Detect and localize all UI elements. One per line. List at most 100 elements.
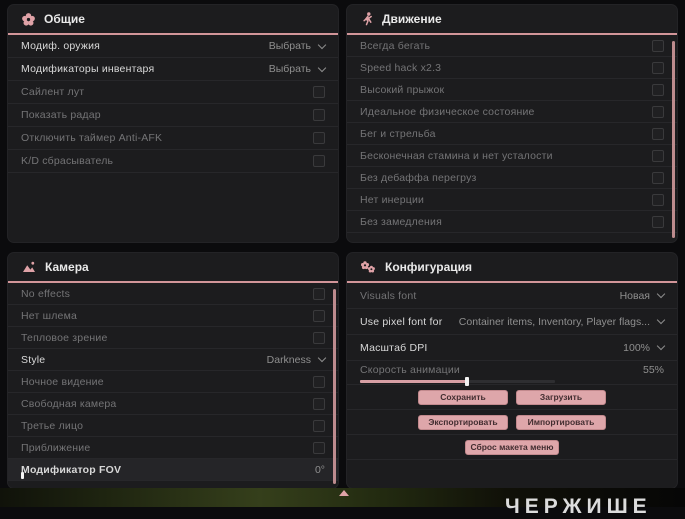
import-button[interactable]: Импортировать bbox=[516, 414, 606, 430]
slider-handle[interactable] bbox=[465, 377, 470, 386]
checkbox[interactable] bbox=[313, 109, 325, 121]
checkbox[interactable] bbox=[652, 127, 664, 140]
setting-label: Модификаторы инвентаря bbox=[21, 63, 155, 75]
flower-icon bbox=[22, 12, 35, 26]
save-button[interactable]: Сохранить bbox=[418, 389, 508, 405]
dropdown[interactable]: Darkness bbox=[267, 353, 327, 366]
panel-config-header: Конфигурация bbox=[347, 253, 677, 283]
setting-label: Без замедления bbox=[360, 215, 442, 228]
setting-row: Visuals font Новая bbox=[347, 283, 677, 309]
setting-label: Сайлент лут bbox=[21, 86, 85, 98]
setting-label: Тепловое зрение bbox=[21, 331, 108, 344]
button-row: Экспортировать Импортировать bbox=[347, 410, 677, 435]
setting-row: Speed hack x2.3 bbox=[347, 57, 677, 79]
setting-row: Всегда бегать bbox=[347, 35, 677, 57]
load-button[interactable]: Загрузить bbox=[516, 389, 606, 405]
setting-label: K/D сбрасыватель bbox=[21, 155, 114, 167]
button-row: Сохранить Загрузить bbox=[347, 385, 677, 410]
panel-config: Конфигурация Visuals font Новая Use pixe… bbox=[347, 253, 677, 488]
checkbox[interactable] bbox=[313, 375, 325, 388]
checkbox[interactable] bbox=[313, 132, 325, 144]
setting-label: Use pixel font for bbox=[360, 315, 443, 328]
setting-label: Нет инерции bbox=[360, 193, 425, 206]
setting-label: Visuals font bbox=[360, 289, 417, 302]
checkbox[interactable] bbox=[652, 215, 664, 228]
setting-label: Модификатор FOV bbox=[21, 463, 122, 476]
slider-handle[interactable] bbox=[21, 472, 24, 479]
setting-label: Третье лицо bbox=[21, 419, 84, 432]
scrollbar[interactable] bbox=[333, 289, 336, 484]
checkbox[interactable] bbox=[313, 287, 325, 300]
checkbox[interactable] bbox=[313, 397, 325, 410]
panel-general: Общие Модиф. оружия Выбрать Модификаторы… bbox=[8, 5, 338, 242]
dropdown[interactable]: Container items, Inventory, Player flags… bbox=[459, 315, 666, 328]
checkbox[interactable] bbox=[313, 155, 325, 167]
panel-movement: Движение Всегда бегать Speed hack x2.3 В… bbox=[347, 5, 677, 242]
checkbox[interactable] bbox=[652, 39, 664, 52]
chevron-down-icon bbox=[317, 353, 327, 363]
setting-row: Масштаб DPI 100% bbox=[347, 335, 677, 361]
setting-label: Style bbox=[21, 353, 46, 366]
checkbox[interactable] bbox=[652, 105, 664, 118]
setting-label: Всегда бегать bbox=[360, 39, 431, 52]
checkbox[interactable] bbox=[652, 171, 664, 184]
checkbox[interactable] bbox=[313, 419, 325, 432]
setting-row: Идеальное физическое состояние bbox=[347, 101, 677, 123]
setting-label: Бесконечная стамина и нет усталости bbox=[360, 149, 553, 162]
checkbox[interactable] bbox=[313, 441, 325, 454]
animation-speed-row: Скорость анимации 55% bbox=[347, 361, 677, 386]
animation-speed-slider[interactable] bbox=[360, 377, 555, 386]
dropdown[interactable]: Выбрать bbox=[269, 40, 327, 52]
setting-row: No effects bbox=[8, 283, 338, 305]
export-button[interactable]: Экспортировать bbox=[418, 414, 508, 430]
setting-row: Приближение bbox=[8, 437, 338, 459]
panel-title: Камера bbox=[45, 260, 89, 274]
setting-label: Без дебаффа перегруз bbox=[360, 171, 477, 184]
setting-row: Третье лицо bbox=[8, 415, 338, 437]
setting-row: Сайлент лут bbox=[8, 81, 338, 104]
chevron-down-icon bbox=[656, 315, 666, 325]
setting-label: Модиф. оружия bbox=[21, 40, 101, 52]
checkbox[interactable] bbox=[652, 61, 664, 74]
setting-row: Высокий прыжок bbox=[347, 79, 677, 101]
setting-row: Ночное видение bbox=[8, 371, 338, 393]
setting-row: Use pixel font for Container items, Inve… bbox=[347, 309, 677, 335]
scrollbar[interactable] bbox=[672, 41, 675, 238]
panel-general-header: Общие bbox=[8, 5, 338, 35]
checkbox[interactable] bbox=[652, 149, 664, 162]
setting-row: Показать радар bbox=[8, 104, 338, 127]
checkbox[interactable] bbox=[313, 309, 325, 322]
setting-label: Показать радар bbox=[21, 109, 101, 121]
panel-movement-header: Движение bbox=[347, 5, 677, 35]
setting-row: Без замедления bbox=[347, 211, 677, 233]
panel-title: Конфигурация bbox=[385, 260, 473, 274]
checkbox[interactable] bbox=[313, 86, 325, 98]
dropdown[interactable]: Новая bbox=[620, 290, 666, 302]
slider-fill bbox=[360, 377, 470, 386]
fov-modifier-row[interactable]: Модификатор FOV 0° bbox=[8, 459, 338, 481]
setting-label: Идеальное физическое состояние bbox=[360, 105, 535, 118]
checkbox[interactable] bbox=[652, 83, 664, 96]
setting-row: Модификаторы инвентаря Выбрать bbox=[8, 58, 338, 81]
setting-row: Нет инерции bbox=[347, 189, 677, 211]
setting-row: Бесконечная стамина и нет усталости bbox=[347, 145, 677, 167]
reset-menu-layout-button[interactable]: Сброс макета меню bbox=[465, 439, 559, 455]
cursor-triangle-icon bbox=[339, 490, 349, 496]
setting-row: Отключить таймер Anti-AFK bbox=[8, 127, 338, 150]
checkbox[interactable] bbox=[313, 331, 325, 344]
setting-row: Тепловое зрение bbox=[8, 327, 338, 349]
setting-label: Бег и стрельба bbox=[360, 127, 436, 140]
setting-label: Speed hack x2.3 bbox=[360, 61, 442, 74]
checkbox[interactable] bbox=[652, 193, 664, 206]
button-row: Сброс макета меню bbox=[347, 435, 677, 460]
gears-icon bbox=[361, 260, 376, 274]
setting-row: K/D сбрасыватель bbox=[8, 150, 338, 173]
setting-row: Без дебаффа перегруз bbox=[347, 167, 677, 189]
dropdown[interactable]: Выбрать bbox=[269, 63, 327, 75]
dropdown[interactable]: 100% bbox=[623, 342, 666, 354]
setting-label: Масштаб DPI bbox=[360, 341, 428, 354]
chevron-down-icon bbox=[317, 63, 327, 72]
image-icon bbox=[22, 261, 36, 273]
setting-label: Ночное видение bbox=[21, 375, 104, 388]
panel-camera: Камера No effects Нет шлема Тепловое зре… bbox=[8, 253, 338, 488]
